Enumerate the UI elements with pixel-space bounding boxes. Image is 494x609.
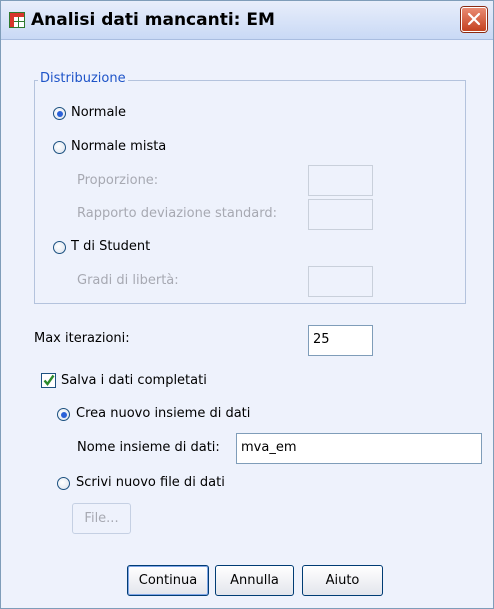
- radio-student-t[interactable]: [53, 241, 66, 254]
- std-ratio-field[interactable]: [308, 199, 373, 230]
- max-iterations-field[interactable]: 25: [308, 325, 373, 356]
- spreadsheet-icon: [9, 12, 25, 28]
- checkmark-icon: [43, 374, 55, 386]
- radio-mixed-normal-label[interactable]: Normale mista: [71, 139, 166, 154]
- radio-student-t-label[interactable]: T di Student: [71, 239, 150, 254]
- proportion-label: Proporzione:: [77, 173, 159, 188]
- radio-create-dataset-label[interactable]: Crea nuovo insieme di dati: [76, 406, 250, 421]
- close-icon: [467, 12, 481, 26]
- df-field[interactable]: [308, 266, 373, 297]
- radio-normal-label[interactable]: Normale: [71, 105, 126, 120]
- dataset-name-label: Nome insieme di dati:: [77, 440, 220, 455]
- radio-mixed-normal[interactable]: [53, 141, 66, 154]
- radio-create-dataset[interactable]: [57, 408, 70, 421]
- max-iterations-label: Max iterazioni:: [34, 331, 130, 346]
- radio-write-file-label[interactable]: Scrivi nuovo file di dati: [76, 475, 225, 490]
- file-button[interactable]: File...: [72, 503, 131, 534]
- std-ratio-label: Rapporto deviazione standard:: [77, 206, 278, 221]
- help-button[interactable]: Aiuto: [302, 565, 383, 596]
- title-bar[interactable]: Analisi dati mancanti: EM: [1, 1, 493, 40]
- save-checkbox[interactable]: [41, 373, 56, 388]
- cancel-button[interactable]: Annulla: [215, 565, 294, 596]
- radio-write-file[interactable]: [57, 477, 70, 490]
- window-title: Analisi dati mancanti: EM: [31, 10, 275, 30]
- radio-normal[interactable]: [53, 107, 66, 120]
- distribution-legend: Distribuzione: [38, 71, 128, 86]
- save-checkbox-label[interactable]: Salva i dati completati: [61, 373, 207, 388]
- dataset-name-field[interactable]: mva_em: [236, 433, 482, 464]
- proportion-field[interactable]: [308, 165, 373, 196]
- close-button[interactable]: [461, 7, 487, 32]
- continue-button[interactable]: Continua: [127, 565, 209, 596]
- dialog-window: Analisi dati mancanti: EM Distribuzione …: [0, 0, 494, 609]
- df-label: Gradi di libertà:: [77, 273, 179, 288]
